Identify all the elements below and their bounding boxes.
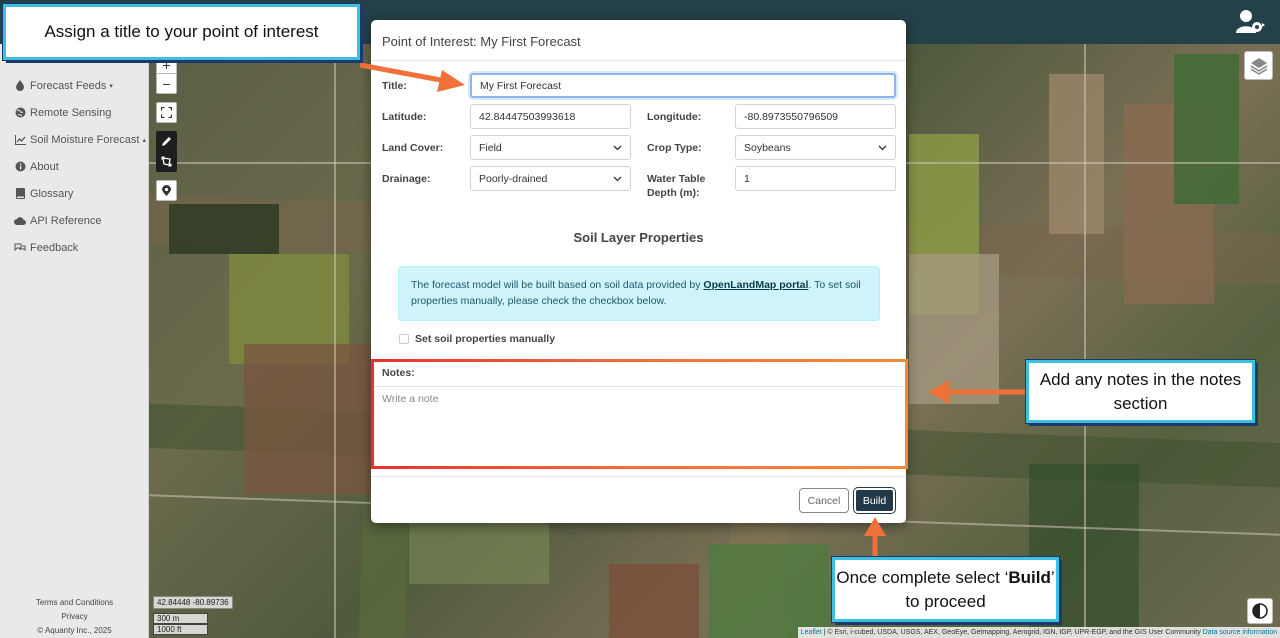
build-callout-text: Once complete select ‘Build’ to proceed: [835, 566, 1056, 614]
build-callout: Once complete select ‘Build’ to proceed: [832, 557, 1059, 622]
notes-callout: Add any notes in the notes section: [1026, 360, 1255, 423]
notes-callout-text: Add any notes in the notes section: [1039, 369, 1242, 413]
title-arrow-head: [437, 70, 465, 92]
title-arrow-shaft: [359, 62, 447, 84]
title-callout: Assign a title to your point of interest: [3, 4, 360, 60]
notes-arrow-head: [928, 380, 950, 404]
annotation-arrows: [359, 62, 1026, 556]
callout-bold-text: Build: [1008, 567, 1051, 587]
callout-text: Once complete select ‘: [836, 567, 1009, 587]
build-arrow-head: [864, 517, 886, 536]
